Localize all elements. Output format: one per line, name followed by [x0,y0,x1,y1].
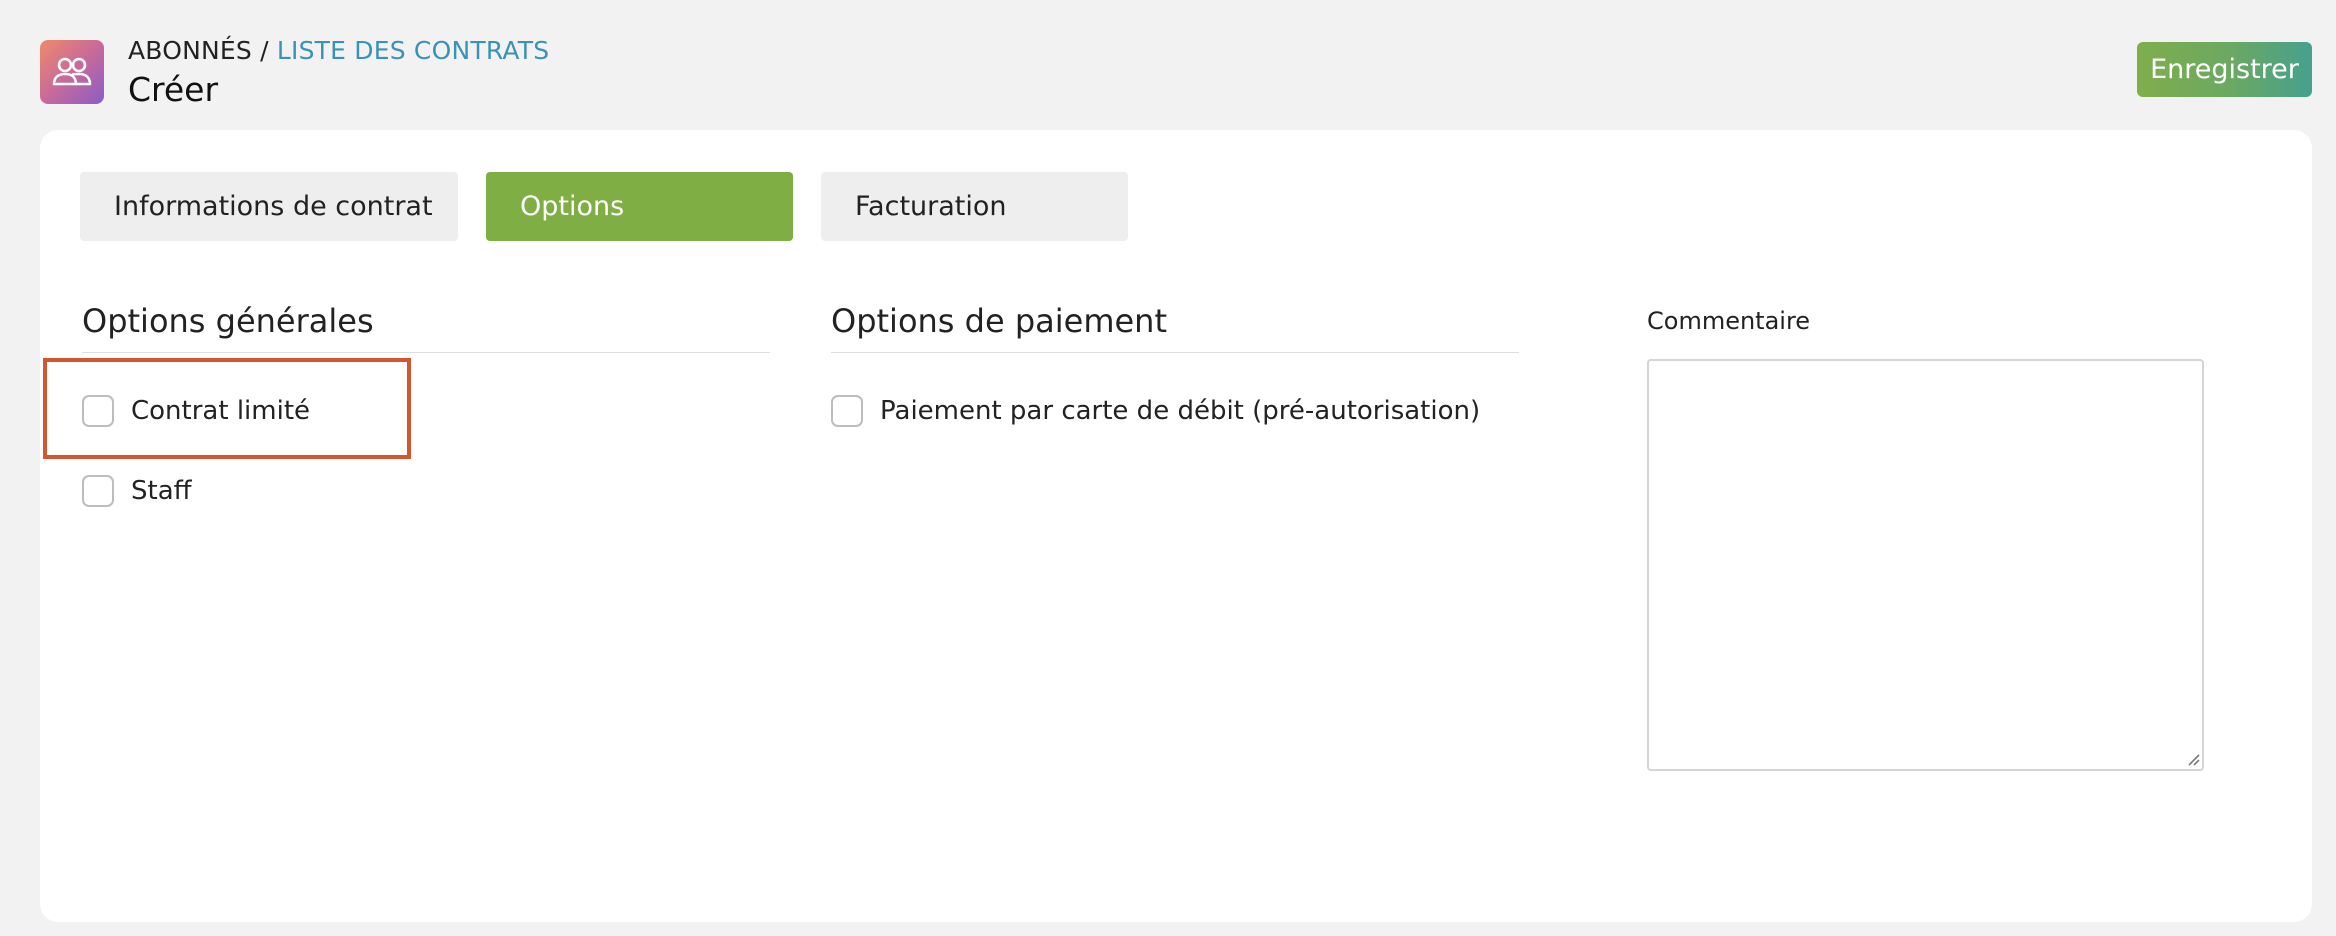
tab-billing[interactable]: Facturation [821,172,1128,241]
payment-options-title: Options de paiement [831,302,1167,340]
tab-label: Facturation [855,191,1007,222]
tab-label: Options [520,191,625,222]
limited-contract-label: Contrat limité [131,396,311,426]
page-header: ABONNÉS / LISTE DES CONTRATS Créer Enreg… [0,0,2336,130]
breadcrumb-root: ABONNÉS [128,36,252,65]
staff-option[interactable]: Staff [82,475,192,507]
limited-contract-checkbox[interactable] [82,395,114,427]
breadcrumb: ABONNÉS / LISTE DES CONTRATS [128,36,549,65]
debit-card-preauth-option[interactable]: Paiement par carte de débit (pré-autoris… [831,395,1480,427]
general-options-title: Options générales [82,302,374,340]
page-title: Créer [128,70,219,109]
tab-contract-info[interactable]: Informations de contrat [80,172,458,241]
comment-textarea[interactable] [1647,359,2204,771]
form-card: Informations de contrat Options Facturat… [40,130,2312,922]
staff-label: Staff [131,476,192,506]
save-button[interactable]: Enregistrer [2137,42,2312,97]
staff-checkbox[interactable] [82,475,114,507]
limited-contract-option[interactable]: Contrat limité [82,395,310,427]
payment-options-divider [831,352,1519,353]
breadcrumb-separator: / [251,36,277,65]
tab-label: Informations de contrat [114,191,433,222]
resize-grip-icon[interactable] [2186,752,2200,766]
debit-card-preauth-label: Paiement par carte de débit (pré-autoris… [880,396,1481,426]
breadcrumb-link-contract-list[interactable]: LISTE DES CONTRATS [277,36,549,65]
debit-card-preauth-checkbox[interactable] [831,395,863,427]
tab-options[interactable]: Options [486,172,793,241]
comment-label: Commentaire [1647,307,1811,335]
general-options-divider [82,352,770,353]
users-icon [40,40,104,104]
